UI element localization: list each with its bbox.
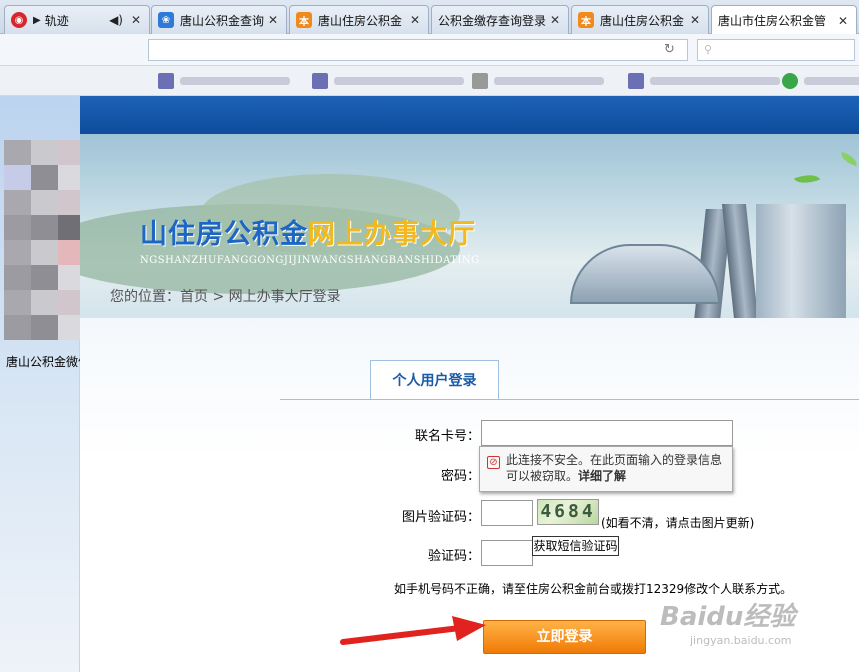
bookmark-icon — [782, 73, 798, 89]
search-input[interactable]: ⚲ — [697, 39, 855, 61]
tab-title: 唐山住房公积金 — [600, 13, 685, 28]
watermark-url: jingyan.baidu.com — [690, 634, 792, 647]
bookmark-icon — [472, 73, 488, 89]
password-label: 密码： — [440, 469, 480, 484]
search-icon: ⚲ — [704, 43, 713, 56]
tab-title: 唐山住房公积金 — [318, 13, 403, 28]
sms-code-input[interactable] — [481, 540, 533, 566]
browser-tab[interactable]: ◉ ▶ 轨迹 ◀) ✕ — [4, 5, 150, 34]
browser-tab[interactable]: 公积金缴存查询登录 ✕ — [431, 5, 569, 34]
favorites-bar — [0, 66, 859, 96]
card-number-input[interactable] — [481, 420, 733, 446]
banner-pinyin: NGSHANZHUFANGGONGJIJINWANGSHANGBANSHIDAT… — [140, 255, 480, 266]
close-icon[interactable]: ✕ — [268, 13, 280, 27]
banner-building — [721, 204, 759, 318]
sms-code-label: 验证码： — [427, 549, 480, 564]
browser-tab-bar: ◉ ▶ 轨迹 ◀) ✕ ❀ 唐山公积金查询 ✕ 本 唐山住房公积金 ✕ 公积金缴… — [0, 0, 859, 35]
banner-title: 山住房公积金网上办事大厅 — [140, 219, 476, 250]
insecure-login-popup: ⊘ 此连接不安全。在此页面输入的登录信息可以被窃取。详细了解 — [479, 446, 733, 492]
favorite-item[interactable] — [312, 73, 464, 89]
close-icon[interactable]: ✕ — [550, 13, 562, 27]
url-input[interactable] — [148, 39, 688, 61]
learn-more-link[interactable]: 详细了解 — [578, 469, 626, 483]
browser-tab[interactable]: ❀ 唐山公积金查询 ✕ — [151, 5, 287, 34]
address-bar: ↻ ⚲ — [0, 34, 859, 66]
favorite-item[interactable] — [628, 73, 780, 89]
browser-tab[interactable]: 本 唐山住房公积金 ✕ — [289, 5, 429, 34]
tab-title: 轨迹 — [44, 13, 69, 28]
banner-building — [756, 204, 846, 318]
close-icon[interactable]: ✕ — [131, 13, 143, 27]
favorite-item[interactable] — [158, 73, 290, 89]
refresh-icon[interactable]: ↻ — [664, 42, 675, 57]
browser-tab[interactable]: 本 唐山住房公积金 ✕ — [571, 5, 709, 34]
favorite-item[interactable] — [472, 73, 604, 89]
login-submit-button[interactable]: 立即登录 — [483, 620, 646, 654]
play-icon: ▶ — [33, 14, 41, 26]
bookmark-icon — [158, 73, 174, 89]
tab-title: 唐山市住房公积金管 — [718, 14, 827, 28]
leaf-icon — [794, 170, 820, 188]
netease-music-icon: ◉ — [11, 12, 27, 28]
site-logo-icon: 本 — [296, 12, 312, 28]
speaker-icon[interactable]: ◀) — [109, 13, 123, 27]
red-arrow-annotation — [340, 616, 486, 645]
browser-tab-active[interactable]: 唐山市住房公积金管 ✕ — [711, 5, 857, 35]
captcha-input[interactable] — [481, 500, 533, 526]
close-icon[interactable]: ✕ — [410, 13, 422, 27]
baidu-paw-icon: ❀ — [158, 12, 174, 28]
close-icon[interactable]: ✕ — [838, 14, 850, 28]
close-icon[interactable]: ✕ — [690, 13, 702, 27]
banner-stadium — [570, 244, 720, 304]
side-panel: 唐山公积金微信公众号 — [0, 96, 138, 672]
site-banner: 山住房公积金网上办事大厅 NGSHANZHUFANGGONGJIJINWANGS… — [80, 134, 859, 318]
insecure-lock-icon: ⊘ — [487, 456, 500, 469]
tab-personal-login[interactable]: 个人用户登录 — [370, 360, 499, 400]
tab-divider — [280, 399, 859, 400]
captcha-image[interactable]: 4684 — [537, 499, 599, 525]
phone-notice: 如手机号码不正确，请至住房公积金前台或拨打12329修改个人联系方式。 — [394, 582, 793, 596]
card-number-label: 联名卡号： — [414, 429, 480, 444]
bookmark-icon — [628, 73, 644, 89]
leaf-icon — [839, 151, 859, 167]
watermark-logo: Baidu经验 — [660, 602, 796, 632]
tab-title: 唐山公积金查询 — [180, 13, 264, 28]
get-sms-code-button[interactable]: 获取短信验证码 — [532, 536, 619, 556]
site-logo-icon: 本 — [578, 12, 594, 28]
baidu-watermark: Baidu经验 jingyan.baidu.com — [660, 596, 796, 647]
site-nav-bar — [80, 96, 859, 134]
captcha-hint: (如看不清，请点击图片更新) — [601, 516, 755, 530]
tab-title: 公积金缴存查询登录 — [438, 13, 546, 28]
bookmark-icon — [312, 73, 328, 89]
breadcrumb: 您的位置：首页 > 网上办事大厅登录 — [110, 289, 341, 305]
favorite-item[interactable] — [782, 73, 859, 89]
captcha-label: 图片验证码： — [401, 510, 480, 525]
